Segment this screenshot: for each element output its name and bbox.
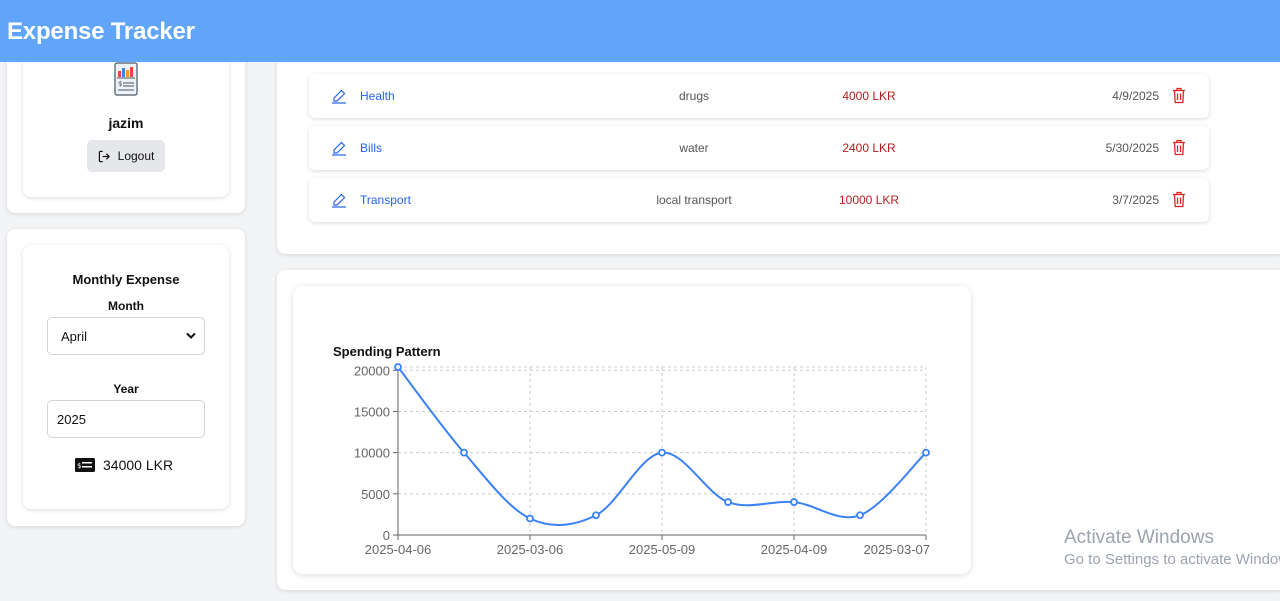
data-point (526, 514, 534, 523)
trash-icon[interactable] (1172, 191, 1186, 208)
app-title: Expense Tracker (7, 18, 195, 45)
watermark-line2: Go to Settings to activate Windows. (1064, 551, 1280, 568)
y-tick-label: 5000 (361, 487, 390, 502)
chart-title: Spending Pattern (333, 344, 441, 359)
y-tick-label: 0 (383, 528, 390, 543)
trash-icon[interactable] (1172, 139, 1186, 156)
month-select[interactable]: April (47, 317, 205, 355)
data-point (790, 498, 798, 506)
expense-description: drugs (678, 89, 710, 103)
expense-category[interactable]: Transport (360, 193, 411, 207)
expense-row: Transport local transport 10000 LKR 3/7/… (309, 178, 1209, 222)
expense-category[interactable]: Health (360, 89, 395, 103)
data-point (592, 511, 600, 520)
month-label: Month (108, 299, 144, 313)
data-point (724, 498, 732, 506)
x-tick-label: 2025-03-06 (497, 542, 564, 557)
expense-description: local transport (656, 193, 732, 207)
x-tick-label: 2025-05-09 (629, 542, 696, 557)
money-bill-icon: $ (75, 458, 95, 472)
expense-category[interactable]: Bills (360, 141, 382, 155)
profile-card: $ jazim Logout (23, 40, 229, 197)
logout-icon (98, 150, 110, 162)
year-input[interactable]: 2025 (47, 400, 205, 438)
year-input-value: 2025 (57, 411, 86, 427)
profile-panel: $ jazim Logout (7, 40, 245, 213)
x-tick-label: 2025-03-07 (864, 542, 931, 557)
logout-label: Logout (117, 149, 155, 163)
username: jazim (108, 115, 144, 131)
data-point (394, 363, 402, 371)
x-tick-label: 2025-04-06 (365, 542, 432, 557)
data-point (856, 511, 864, 520)
expense-amount: 10000 LKR (838, 193, 900, 207)
spending-chart: 0 5000 10000 15000 20000 2025-04-06 2025-03-06… (354, 363, 931, 557)
windows-activation-watermark: Activate Windows Go to Settings to activ… (1064, 527, 1280, 568)
svg-text:$: $ (118, 80, 122, 88)
monthly-expense-title: Monthly Expense (72, 272, 180, 287)
expense-date: 3/7/2025 (1112, 193, 1159, 207)
app-header: Expense Tracker (0, 0, 1280, 62)
chevron-down-icon (186, 332, 196, 339)
monthly-expense-card: Monthly Expense Month April Year 2025 $ … (23, 245, 229, 509)
edit-icon[interactable] (331, 88, 347, 104)
trash-icon[interactable] (1172, 87, 1186, 104)
monthly-panel: Monthly Expense Month April Year 2025 $ … (7, 229, 245, 526)
data-point (460, 448, 468, 457)
edit-icon[interactable] (331, 192, 347, 208)
expense-list-panel: Health drugs 4000 LKR 4/9/2025 Bills wat… (277, 40, 1280, 254)
y-tick-label: 20000 (354, 363, 390, 378)
y-tick-label: 10000 (354, 446, 390, 461)
logout-button[interactable]: Logout (87, 140, 165, 172)
x-tick-label: 2025-04-09 (761, 542, 828, 557)
edit-icon[interactable] (331, 140, 347, 156)
expense-amount: 2400 LKR (842, 141, 896, 155)
expense-amount: 4000 LKR (842, 89, 896, 103)
expense-description: water (679, 141, 709, 155)
year-label: Year (113, 382, 139, 396)
expense-date: 4/9/2025 (1112, 89, 1159, 103)
data-point (658, 448, 666, 457)
expense-row: Bills water 2400 LKR 5/30/2025 (309, 126, 1209, 170)
spending-chart-card: 0 5000 10000 15000 20000 2025-04-06 2025-03-06… (293, 286, 971, 574)
month-select-value: April (61, 328, 88, 344)
svg-text:$: $ (77, 462, 81, 470)
monthly-total-value: 34000 LKR (103, 457, 174, 473)
watermark-line1: Activate Windows (1064, 527, 1214, 548)
monthly-total: $ 34000 LKR (75, 457, 173, 473)
expense-row: Health drugs 4000 LKR 4/9/2025 (309, 74, 1209, 118)
data-point (922, 448, 930, 457)
expense-date: 5/30/2025 (1105, 141, 1159, 155)
y-tick-label: 15000 (354, 404, 390, 419)
receipt-chart-icon: $ (114, 62, 138, 96)
